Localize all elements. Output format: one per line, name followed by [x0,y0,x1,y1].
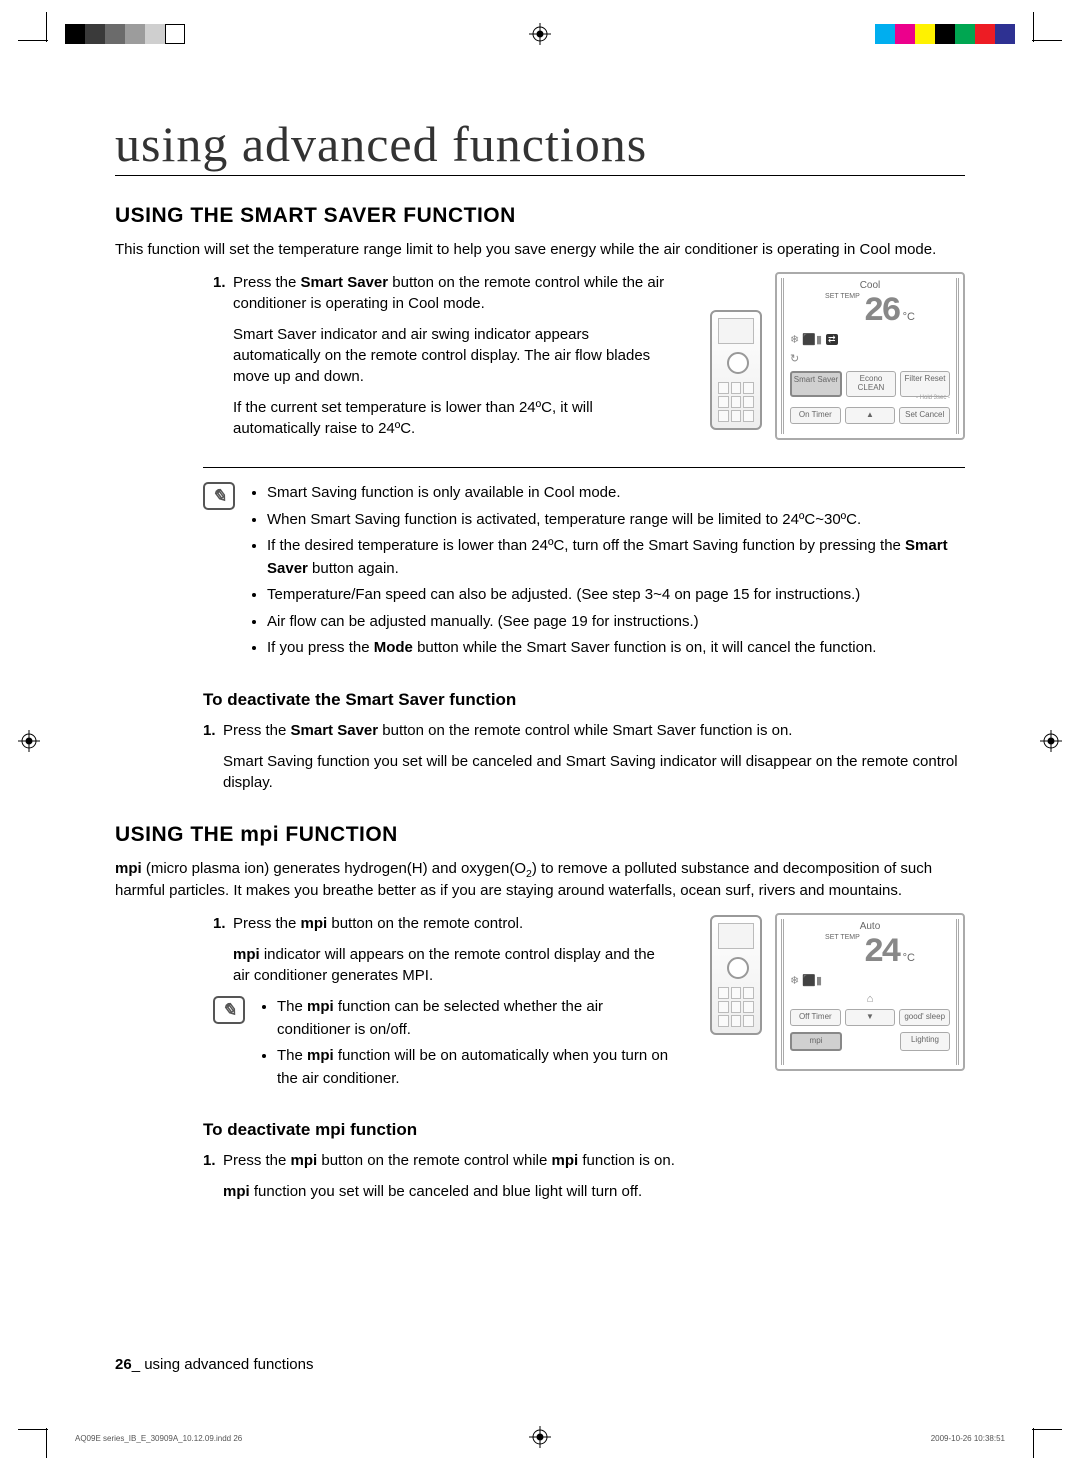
mpi-note-1: The mpi function can be selected whether… [277,996,670,1041]
mpi-result: mpi indicator will appears on the remote… [233,944,670,986]
remote-figure-cool: Cool SET TEMP 26 °C ❄ ⬛▮ ⇄ ↻ Smart Saver… [710,272,965,442]
lcd-temp-value: 24 [864,934,899,972]
registration-mark-bottom [529,1426,551,1448]
note-item: Air flow can be adjusted manually. (See … [267,611,965,634]
lcd-btn-off-timer: Off Timer [790,1009,841,1026]
remote-mini-icon [710,915,762,1035]
deactivate-mpi-result: mpi function you set will be canceled an… [223,1181,965,1202]
page-footer: 26_ using advanced functions [115,1356,313,1373]
lcd-unit: °C [903,311,915,323]
registration-mark-right [1040,730,1062,752]
section-heading-mpi: USING THE mpi FUNCTION [115,823,965,847]
crop-mark [38,20,68,50]
lcd-btn-set: Set Cancel [899,407,950,424]
registration-mark-top [529,23,551,45]
lcd-auto: Auto SET TEMP 24 °C ❄ ⬛▮ ⌂ Off Timer ▼ g… [775,913,965,1071]
lcd-set-temp-label: SET TEMP [825,293,860,300]
crop-mark [1012,20,1042,50]
note-item: If you press the Mode button while the S… [267,637,965,660]
smart-saver-step-1: 1. Press the Smart Saver button on the r… [213,272,670,439]
lcd-mode: Cool [790,280,950,291]
deactivate-step-1: 1. Press the Smart Saver button on the r… [203,720,965,793]
smart-saver-intro: This function will set the temperature r… [115,240,965,260]
note-item: When Smart Saving function is activated,… [267,509,965,532]
deactivate-mpi-step-1: 1. Press the mpi button on the remote co… [203,1150,965,1202]
lcd-btn-mpi: mpi [790,1032,842,1051]
lcd-btn-filter: Filter Reset [900,371,950,397]
mpi-intro: mpi (micro plasma ion) generates hydroge… [115,859,965,901]
registration-mark-left [18,730,40,752]
remote-figure-auto: Auto SET TEMP 24 °C ❄ ⬛▮ ⌂ Off Timer ▼ g… [710,913,965,1073]
crop-mark [1012,1420,1042,1450]
lcd-btn-down: ▼ [845,1009,896,1026]
lcd-mode: Auto [790,921,950,932]
meta-filename: AQ09E series_IB_E_30909A_10.12.09.indd 2… [75,1434,242,1443]
lcd-btn-up: ▲ [845,407,896,424]
page-number: 26 [115,1356,132,1373]
note-icon: ✎ [213,996,245,1024]
remote-mini-icon [710,310,762,430]
meta-timestamp: 2009-10-26 10:38:51 [931,1434,1005,1443]
smart-saver-result-1: Smart Saver indicator and air swing indi… [233,324,670,387]
deactivate-mpi-heading: To deactivate mpi function [203,1120,965,1140]
colorbar-gray [65,24,185,44]
note-item: If the desired temperature is lower than… [267,535,965,580]
lcd-cool: Cool SET TEMP 26 °C ❄ ⬛▮ ⇄ ↻ Smart Saver… [775,272,965,440]
colorbar-cmyk [875,24,1015,44]
page-title: using advanced functions [115,115,965,176]
note-item: Temperature/Fan speed can also be adjust… [267,584,965,607]
mpi-step-1: 1. Press the mpi button on the remote co… [213,913,670,986]
lcd-btn-lighting: Lighting [900,1032,950,1051]
smart-saver-result-2: If the current set temperature is lower … [233,397,670,439]
lcd-temp-value: 26 [864,293,899,331]
smart-saver-notes: ✎ Smart Saving function is only availabl… [203,482,965,664]
lcd-btn-smart-saver: Smart Saver [790,371,842,397]
lcd-btn-econo: Econo CLEAN [846,371,896,397]
deactivate-result: Smart Saving function you set will be ca… [223,751,965,793]
deactivate-smart-saver-heading: To deactivate the Smart Saver function [203,690,965,710]
note-icon: ✎ [203,482,235,510]
footer-text: _ using advanced functions [132,1356,314,1373]
note-item: Smart Saving function is only available … [267,482,965,505]
lcd-btn-good-sleep: good' sleep [899,1009,950,1026]
lcd-icons: ❄ ⬛▮ ⇄ [790,333,950,346]
lcd-btn-on-timer: On Timer [790,407,841,424]
page-content: using advanced functions USING THE SMART… [0,0,1080,1272]
mpi-note-2: The mpi function will be on automaticall… [277,1045,670,1090]
section-heading-smart-saver: USING THE SMART SAVER FUNCTION [115,204,965,228]
crop-mark [38,1420,68,1450]
divider [203,467,965,468]
